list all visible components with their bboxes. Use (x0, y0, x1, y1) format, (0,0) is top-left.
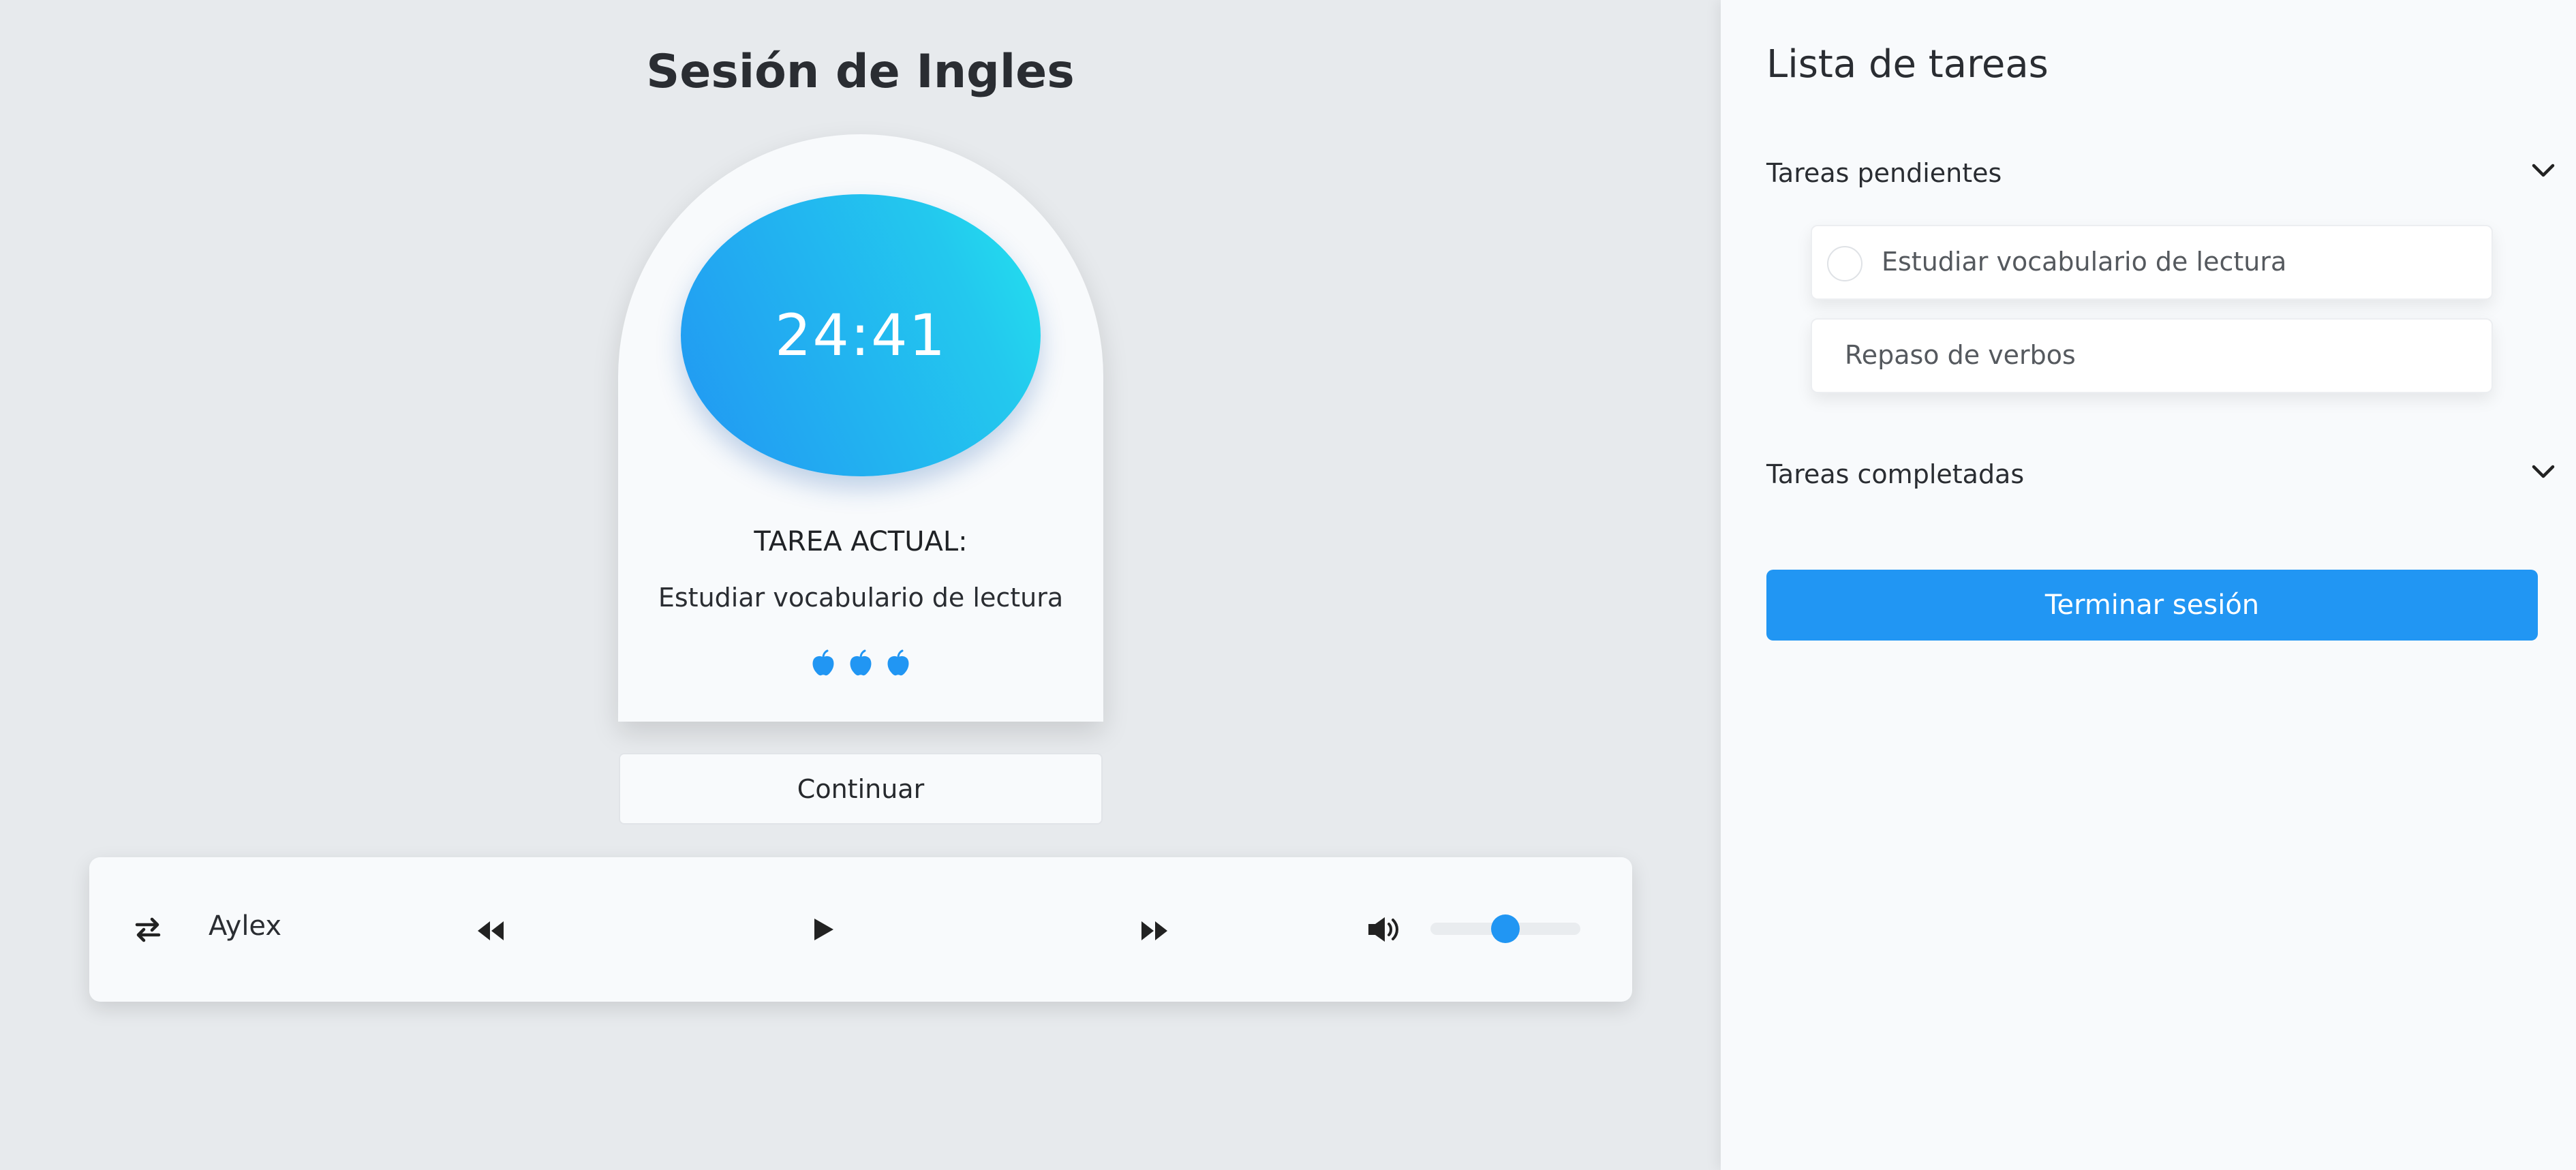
next-button[interactable] (1136, 912, 1174, 950)
current-task-name: Estudiar vocabulario de lectura (658, 583, 1064, 613)
current-task-label: TAREA ACTUAL: (754, 526, 968, 557)
chevron-down-icon (2532, 465, 2555, 478)
timer-display: 24:41 (774, 302, 947, 369)
page-title: Sesión de Ingles (646, 45, 1075, 99)
pending-tasks-label: Tareas pendientes (1766, 158, 2002, 188)
rewind-icon (478, 921, 504, 940)
previous-button[interactable] (471, 912, 509, 950)
volume-button[interactable] (1362, 910, 1406, 949)
chevron-down-icon (2532, 164, 2555, 177)
task-checkbox[interactable] (1827, 246, 1862, 281)
volume-slider[interactable] (1430, 914, 1580, 943)
task-list-title: Lista de tareas (1766, 42, 2049, 87)
artist-name: Aylex (209, 910, 282, 942)
apple-icon (850, 649, 872, 676)
swap-arrows-icon (135, 917, 161, 942)
continue-button[interactable]: Continuar (619, 753, 1103, 825)
volume-icon (1368, 917, 1398, 942)
session-area: Sesión de Ingles 24:41 TAREA ACTUAL: Est… (0, 0, 1721, 1170)
apple-icon (887, 649, 909, 676)
music-player: Aylex (89, 857, 1632, 1002)
task-item[interactable]: Estudiar vocabulario de lectura (1811, 225, 2493, 300)
fast-forward-icon (1141, 921, 1167, 940)
shuffle-button[interactable] (129, 910, 167, 949)
task-item-label: Estudiar vocabulario de lectura (1882, 247, 2287, 277)
completed-tasks-toggle[interactable]: Tareas completadas (1766, 455, 2557, 496)
apple-icon (812, 649, 834, 676)
play-icon (814, 919, 833, 940)
task-item[interactable]: Repaso de verbos (1811, 318, 2493, 393)
completed-tasks-label: Tareas completadas (1766, 459, 2025, 489)
task-item-label: Repaso de verbos (1845, 340, 2076, 370)
timer-card: 24:41 TAREA ACTUAL: Estudiar vocabulario… (618, 134, 1103, 722)
pomodoro-counter (618, 649, 1103, 679)
pending-tasks-toggle[interactable]: Tareas pendientes (1766, 154, 2557, 195)
timer-circle: 24:41 (681, 194, 1041, 476)
play-button[interactable] (803, 910, 842, 949)
end-session-button[interactable]: Terminar sesión (1766, 570, 2538, 641)
volume-slider-handle[interactable] (1491, 914, 1520, 943)
